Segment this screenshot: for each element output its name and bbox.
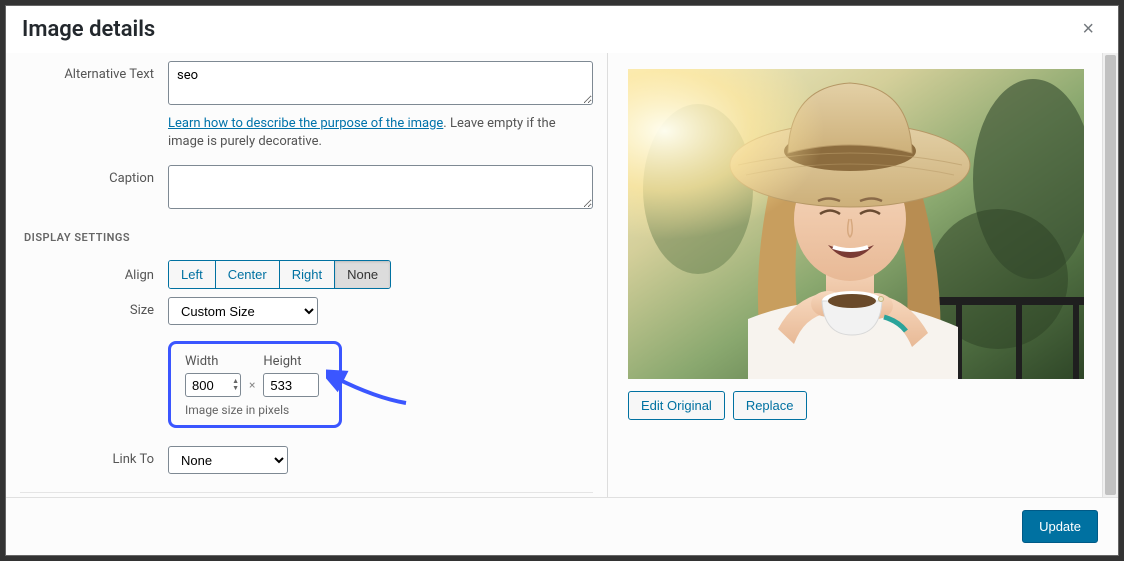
modal-footer: Update [6, 497, 1118, 555]
align-button-group: Left Center Right None [168, 260, 391, 289]
width-label: Width [185, 354, 241, 369]
edit-original-button[interactable]: Edit Original [628, 391, 725, 420]
caption-label: Caption [20, 165, 168, 186]
custom-size-box: Width ▲▼ × Height Image size in pixels [168, 341, 342, 428]
update-button[interactable]: Update [1022, 510, 1098, 543]
alt-text-label: Alternative Text [20, 61, 168, 82]
alt-help-text: Learn how to describe the purpose of the… [168, 115, 593, 151]
close-button[interactable]: × [1074, 14, 1102, 45]
align-left-button[interactable]: Left [169, 261, 216, 288]
times-separator: × [249, 360, 255, 392]
modal-header: Image details × [6, 6, 1118, 53]
scrollbar-thumb[interactable] [1105, 55, 1116, 495]
modal-title: Image details [22, 17, 155, 42]
height-label: Height [263, 354, 319, 369]
preview-panel: Edit Original Replace [608, 53, 1118, 497]
modal-body: Alternative Text seo Learn how to descri… [6, 53, 1118, 497]
size-select[interactable]: Custom Size [168, 297, 318, 325]
align-none-button[interactable]: None [335, 261, 390, 288]
align-center-button[interactable]: Center [216, 261, 280, 288]
settings-panel: Alternative Text seo Learn how to descri… [6, 53, 608, 497]
height-input[interactable] [263, 373, 319, 397]
linkto-row: Link To None [20, 446, 593, 474]
scrollbar[interactable] [1102, 53, 1118, 497]
display-section-title: DISPLAY SETTINGS [24, 231, 593, 244]
caption-row: Caption [20, 165, 593, 213]
alt-text-input[interactable]: seo [168, 61, 593, 105]
size-row: Size Custom Size [20, 297, 593, 325]
caption-input[interactable] [168, 165, 593, 209]
size-help-text: Image size in pixels [185, 403, 319, 417]
image-preview [628, 69, 1084, 379]
linkto-select[interactable]: None [168, 446, 288, 474]
replace-button[interactable]: Replace [733, 391, 807, 420]
align-right-button[interactable]: Right [280, 261, 335, 288]
preview-actions: Edit Original Replace [628, 391, 1102, 420]
align-label: Align [20, 260, 168, 283]
size-label: Size [20, 297, 168, 318]
width-spinner[interactable]: ▲▼ [232, 375, 239, 395]
image-details-modal: Image details × Alternative Text seo Lea… [5, 5, 1119, 556]
alt-help-link[interactable]: Learn how to describe the purpose of the… [168, 116, 443, 131]
align-row: Align Left Center Right None [20, 260, 593, 289]
alt-text-row: Alternative Text seo Learn how to descri… [20, 61, 593, 151]
linkto-label: Link To [20, 446, 168, 467]
